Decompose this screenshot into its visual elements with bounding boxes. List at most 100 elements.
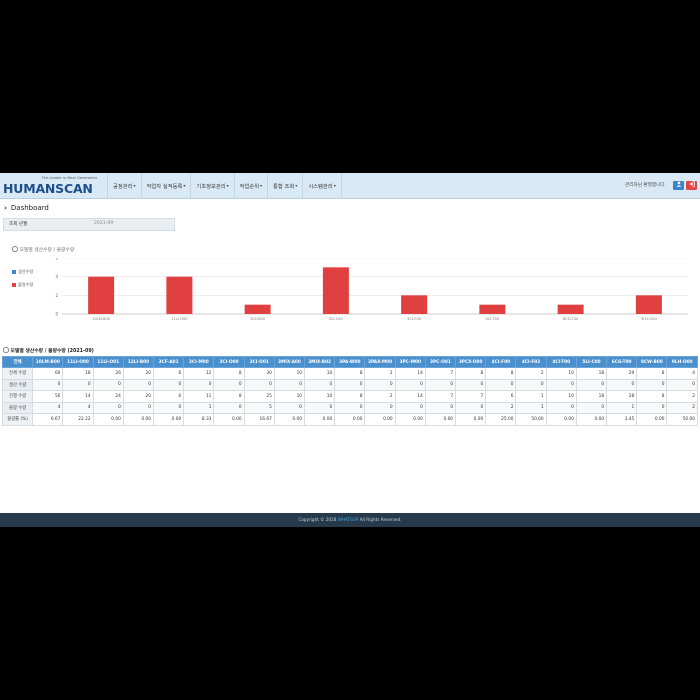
- table-cell: 10: [545, 390, 577, 403]
- table-cell: 0: [92, 378, 124, 391]
- table-cell: 2: [364, 390, 396, 403]
- nav-process-management[interactable]: 공정관리 ▾: [107, 173, 141, 198]
- bar-defect-3CI-O01: [322, 267, 349, 314]
- x-tick-label: 4CI-F02: [485, 317, 499, 321]
- column-header: 3CI-O01: [243, 356, 275, 368]
- table-cell: 0: [424, 378, 457, 391]
- table-cell: 18: [62, 367, 94, 380]
- table-cell: 2: [515, 367, 547, 380]
- table-cell: 28: [606, 390, 638, 403]
- circle-icon: [3, 347, 9, 353]
- caret-down-icon: ▾: [260, 183, 263, 188]
- table-cell: 1: [606, 401, 638, 414]
- table-cell: 29: [606, 367, 638, 380]
- column-header: 11LI-O00: [62, 356, 94, 368]
- table-cell: 7: [455, 390, 487, 403]
- table-cell: 10: [304, 390, 336, 403]
- table-cell: 0.00: [213, 413, 245, 426]
- table-cell: 26: [92, 367, 124, 380]
- table-cell: 6.67: [32, 413, 64, 426]
- table-cell: 0: [183, 378, 215, 391]
- caret-down-icon: ▾: [295, 183, 298, 188]
- x-tick-label: 10LM-B00: [92, 317, 111, 321]
- table-cell: 0: [92, 401, 124, 414]
- logo-tagline: The Leader in Next Generation: [41, 176, 97, 180]
- user-icon[interactable]: [673, 181, 684, 190]
- table-cell: 56: [32, 390, 64, 403]
- footer-suffix: All Rights Reserved.: [358, 517, 402, 522]
- column-header: 3MIX-A00: [273, 356, 306, 368]
- column-header: 4CI-F02: [515, 356, 547, 368]
- table-cell: 2: [666, 401, 698, 414]
- nav-label: 공정관리: [113, 183, 133, 190]
- logo[interactable]: The Leader in Next Generation HUMANSCAN: [3, 175, 105, 197]
- column-header: 9LH-O00: [666, 356, 698, 368]
- legend-label: 불량수량: [18, 282, 34, 287]
- month-input[interactable]: 2021-09: [94, 221, 113, 226]
- table-cell: 4: [32, 401, 64, 414]
- table-cell: 60: [32, 367, 64, 380]
- row-label: 전체 수량: [1, 367, 34, 380]
- chevron-right-icon: ›: [4, 204, 7, 212]
- logout-icon[interactable]: [686, 181, 697, 190]
- table-cell: 30: [243, 367, 275, 380]
- top-header: The Leader in Next Generation HUMANSCAN …: [0, 173, 700, 199]
- table-cell: 0: [394, 378, 426, 391]
- table-cell: 0: [575, 378, 608, 391]
- footer-brand: WHATSUP: [337, 517, 359, 522]
- bar-defect-10LM-B00: [88, 276, 115, 314]
- table-cell: 20: [122, 390, 155, 403]
- table-cell: 25.00: [485, 413, 517, 426]
- nav-label: 시스템관리: [308, 183, 333, 190]
- table-cell: 0.00: [304, 413, 336, 426]
- bar-defect-6CG-T00: [557, 304, 584, 314]
- table-cell: 11: [183, 390, 215, 403]
- column-header: 6CG-T00: [606, 356, 638, 368]
- table-cell: 0: [153, 401, 185, 414]
- table-cell: 8: [485, 367, 517, 380]
- table-cell: 0: [606, 378, 638, 391]
- table-section-title-text: 모델별 생산수량 / 불량수량 (2021-09): [10, 349, 94, 354]
- table-cell: 0: [424, 401, 457, 414]
- table-section-title: 모델별 생산수량 / 불량수량 (2021-09): [3, 347, 94, 354]
- table-cell: 8: [636, 367, 668, 380]
- nav-base-info[interactable]: 기초정보관리 ▾: [190, 173, 233, 198]
- nav-integrated-search[interactable]: 통합 조회 ▾: [267, 173, 302, 198]
- page-title: › Dashboard: [4, 204, 49, 212]
- footer: Copyright © 2018 WHATSUP All Rights Rese…: [0, 513, 700, 527]
- column-header: 3CI-O00: [213, 356, 245, 368]
- table-cell: 14: [394, 390, 426, 403]
- row-label: 생산 수량: [1, 378, 34, 391]
- row-label: 불량 수량: [1, 401, 34, 414]
- table-cell: 0: [575, 401, 608, 414]
- nav-label: 기초정보관리: [196, 183, 226, 190]
- legend-label: 생산수량: [18, 269, 34, 274]
- table-cell: 0: [364, 401, 396, 414]
- table-cell: 18: [575, 390, 608, 403]
- table-cell: 0: [153, 378, 185, 391]
- table-cell: 8: [455, 367, 487, 380]
- nav-work-priority[interactable]: 작업순위 ▾: [233, 173, 268, 198]
- bar-chart: 생산수량 불량수량 0 2 4 6 10LM-B00 11LI-O00 3CI-M00 3CI…: [0, 256, 700, 338]
- row-label: 불량률 (%): [1, 413, 34, 426]
- nav-system-management[interactable]: 시스템관리 ▾: [302, 173, 342, 198]
- table-cell: 1: [515, 390, 547, 403]
- table-cell: 8: [213, 390, 245, 403]
- table-header-row: 전체 10LM-B00 11LI-O00 11LI-O01 12LI-B00 3CF-A0…: [1, 356, 698, 368]
- legend-swatch: [12, 269, 16, 274]
- table-cell: 10: [273, 367, 306, 380]
- table-cell: 0.00: [424, 413, 457, 426]
- column-header: 12LI-B00: [122, 356, 155, 368]
- table-cell: 0: [364, 378, 396, 391]
- table-cell: 2: [485, 401, 517, 414]
- table-cell: 0: [334, 401, 366, 414]
- table-cell: 0: [62, 378, 94, 391]
- table-cell: 0.00: [636, 413, 668, 426]
- nav-worker-results[interactable]: 작업자 실적등록 ▾: [140, 173, 191, 198]
- table-cell: 10: [273, 390, 306, 403]
- table-cell: 4: [666, 367, 698, 380]
- table-cell: 7: [424, 390, 457, 403]
- summary-table: 전체 10LM-B00 11LI-O00 11LI-O01 12LI-B00 3CF-A0…: [1, 356, 698, 426]
- table-cell: 0: [32, 378, 64, 391]
- table-cell: 0: [666, 378, 698, 391]
